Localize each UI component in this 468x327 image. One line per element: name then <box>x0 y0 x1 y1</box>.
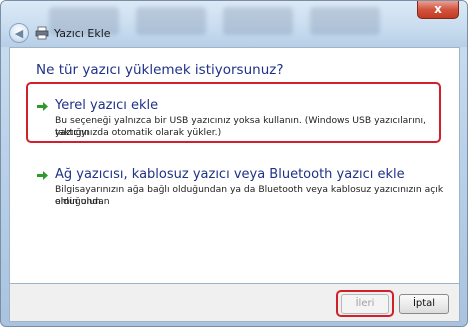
blurred-item <box>136 7 206 35</box>
green-arrow-icon <box>37 102 48 111</box>
cancel-button[interactable]: İptal <box>399 294 449 314</box>
title-bar: ◀ Yazıcı Ekle <box>9 21 111 45</box>
back-arrow-icon: ◀ <box>14 26 24 40</box>
dialog-content: Ne tür yazıcı yüklemek istiyorsunuz? Yer… <box>9 47 460 284</box>
option-title: Yerel yazıcı ekle <box>55 98 159 113</box>
add-printer-window: x ◀ Yazıcı Ekle Ne tür yazıcı yüklemek i… <box>0 0 468 327</box>
option-network-printer[interactable]: Ağ yazıcısı, kablosuz yazıcı veya Blueto… <box>36 167 451 207</box>
green-arrow-icon <box>37 171 48 180</box>
dialog-heading: Ne tür yazıcı yüklemek istiyorsunuz? <box>36 62 284 78</box>
back-button[interactable]: ◀ <box>9 23 29 43</box>
option-description: Bilgisayarınızın ağa bağlı olduğundan ya… <box>55 184 444 207</box>
close-button[interactable]: x <box>417 1 459 19</box>
option-description: taktığınızda otomatik olarak yükler.) <box>55 127 222 138</box>
dialog-footer: İleri İptal <box>9 284 460 322</box>
option-description: emin olun. <box>55 196 104 207</box>
window-title: Yazıcı Ekle <box>54 26 111 40</box>
printer-icon <box>35 26 49 40</box>
next-button[interactable]: İleri <box>341 294 389 314</box>
blurred-item <box>223 7 293 35</box>
option-title: Ağ yazıcısı, kablosuz yazıcı veya Blueto… <box>55 167 405 182</box>
blurred-item <box>310 7 380 35</box>
option-local-printer[interactable]: Yerel yazıcı ekle Bu seçeneği yalnızca b… <box>36 98 446 138</box>
